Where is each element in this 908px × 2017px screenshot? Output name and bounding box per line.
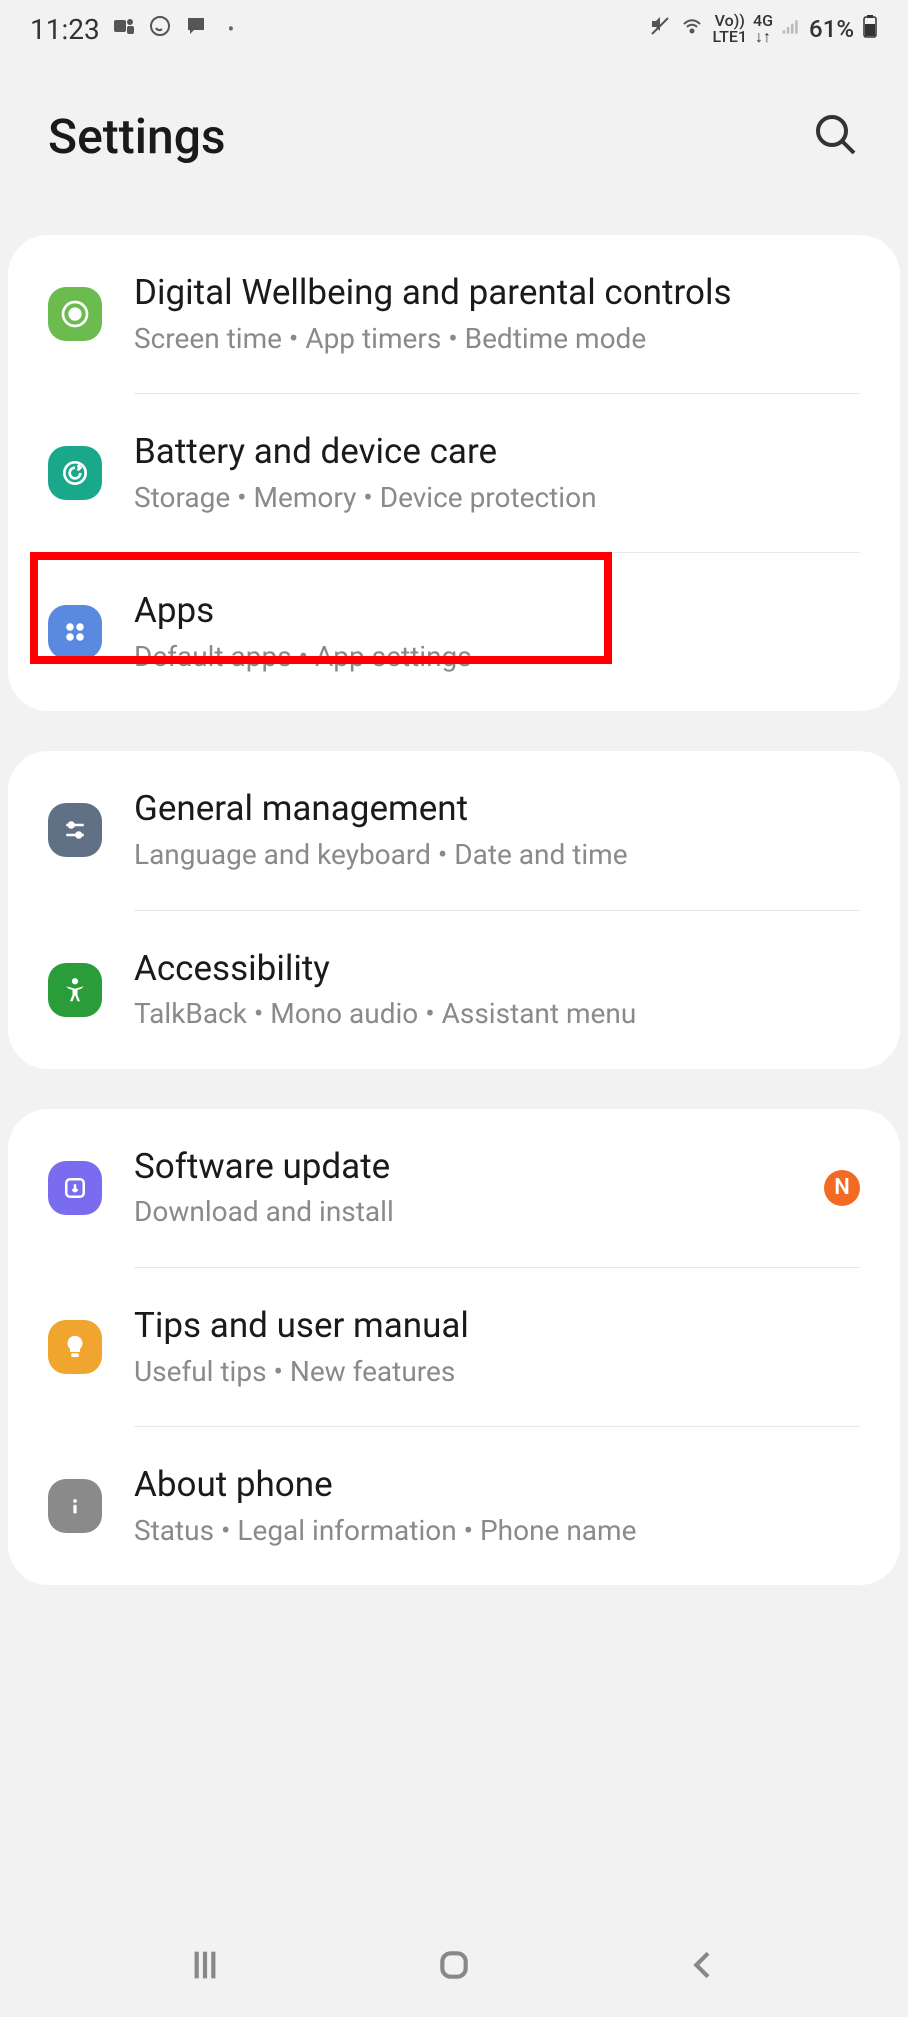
network-label: Vo)) LTE1 4G ↓↑ [712, 13, 773, 45]
more-notifications-dot: • [228, 19, 234, 40]
home-button[interactable] [434, 1945, 474, 1989]
settings-group: General management Language and keyboard… [8, 751, 900, 1068]
settings-item-subtitle: Storage • Memory • Device protection [134, 480, 860, 516]
settings-item-subtitle: Screen time • App timers • Bedtime mode [134, 321, 860, 357]
battery-icon [862, 14, 878, 44]
accessibility-icon [48, 963, 102, 1017]
wifi-icon [680, 14, 704, 44]
settings-item-subtitle: Status • Legal information • Phone name [134, 1513, 860, 1549]
settings-list: Digital Wellbeing and parental controls … [0, 235, 908, 1917]
teams-icon [112, 14, 136, 44]
status-left: 11:23 • [30, 13, 234, 46]
info-icon [48, 1479, 102, 1533]
settings-item-title: Battery and device care [134, 430, 860, 474]
recents-button[interactable] [185, 1945, 225, 1989]
message-icon [184, 14, 208, 44]
settings-item-accessibility[interactable]: Accessibility TalkBack • Mono audio • As… [8, 911, 900, 1069]
header: Settings [0, 58, 908, 235]
navigation-bar [0, 1917, 908, 2017]
settings-group: Digital Wellbeing and parental controls … [8, 235, 900, 711]
battery-pct: 61% [809, 15, 854, 43]
apps-icon [48, 605, 102, 659]
settings-group: Software update Download and install N T… [8, 1109, 900, 1585]
settings-item-title: General management [134, 787, 860, 831]
settings-item-title: Tips and user manual [134, 1304, 860, 1348]
settings-item-battery-device-care[interactable]: Battery and device care Storage • Memory… [8, 394, 900, 552]
settings-item-subtitle: Language and keyboard • Date and time [134, 837, 860, 873]
signal-icon [781, 15, 801, 43]
search-icon [812, 111, 860, 159]
status-bar: 11:23 • Vo)) LTE1 4G ↓↑ [0, 0, 908, 58]
settings-item-subtitle: TalkBack • Mono audio • Assistant menu [134, 996, 860, 1032]
mute-icon [648, 14, 672, 44]
settings-item-software-update[interactable]: Software update Download and install N [8, 1109, 900, 1267]
notification-badge: N [824, 1170, 860, 1206]
settings-item-title: About phone [134, 1463, 860, 1507]
settings-item-about-phone[interactable]: About phone Status • Legal information •… [8, 1427, 900, 1585]
tip-icon [48, 1320, 102, 1374]
back-button[interactable] [683, 1945, 723, 1989]
settings-item-digital-wellbeing[interactable]: Digital Wellbeing and parental controls … [8, 235, 900, 393]
settings-item-general-management[interactable]: General management Language and keyboard… [8, 751, 900, 909]
settings-item-title: Digital Wellbeing and parental controls [134, 271, 860, 315]
settings-item-apps[interactable]: Apps Default apps • App settings [8, 553, 900, 711]
settings-item-title: Software update [134, 1145, 824, 1189]
settings-item-title: Apps [134, 589, 860, 633]
status-right: Vo)) LTE1 4G ↓↑ 61% [648, 13, 878, 45]
status-time: 11:23 [30, 13, 100, 46]
sliders-icon [48, 803, 102, 857]
wellbeing-icon [48, 287, 102, 341]
battery-care-icon [48, 446, 102, 500]
update-icon [48, 1161, 102, 1215]
page-title: Settings [48, 108, 226, 165]
settings-item-title: Accessibility [134, 947, 860, 991]
settings-item-subtitle: Default apps • App settings [134, 639, 860, 675]
settings-item-tips-user-manual[interactable]: Tips and user manual Useful tips • New f… [8, 1268, 900, 1426]
search-button[interactable] [812, 111, 860, 163]
whatsapp-icon [148, 14, 172, 44]
settings-item-subtitle: Download and install [134, 1194, 824, 1230]
settings-item-subtitle: Useful tips • New features [134, 1354, 860, 1390]
